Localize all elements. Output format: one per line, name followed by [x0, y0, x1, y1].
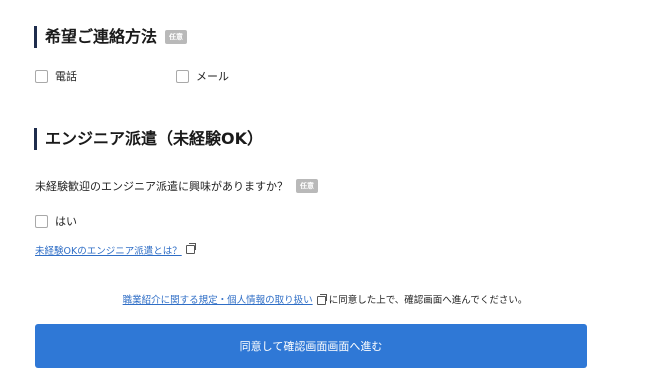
- yes-label: はい: [55, 215, 77, 228]
- phone-label: 電話: [55, 70, 77, 83]
- engineer-info-link[interactable]: 未経験OKのエンジニア派遣とは？: [35, 246, 182, 257]
- contact-phone-option[interactable]: 電話: [35, 68, 77, 84]
- consent-notice: 職業紹介に関する規定・個人情報の取り扱い に同意した上で、確認画面へ進んでくださ…: [0, 292, 650, 306]
- engineer-interest-question: 未経験歓迎のエンジニア派遣に興味がありますか？ 任意: [35, 178, 318, 194]
- optional-badge: 任意: [296, 179, 318, 193]
- privacy-policy-link[interactable]: 職業紹介に関する規定・個人情報の取り扱い: [123, 295, 313, 306]
- agree-and-continue-button[interactable]: 同意して確認画面画面へ進む: [35, 324, 587, 368]
- question-text: 未経験歓迎のエンジニア派遣に興味がありますか？: [35, 180, 288, 193]
- engineer-yes-option[interactable]: はい: [35, 213, 77, 229]
- contact-email-option[interactable]: メール: [176, 68, 229, 84]
- engineer-info-link-row: 未経験OKのエンジニア派遣とは？: [35, 239, 196, 258]
- consent-text: に同意した上で、確認画面へ進んでください。: [328, 295, 528, 306]
- contact-method-heading: 希望ご連絡方法 任意: [34, 26, 188, 48]
- email-label: メール: [196, 70, 229, 83]
- engineer-dispatch-title: エンジニア派遣（未経験OK）: [45, 129, 264, 148]
- email-checkbox[interactable]: [176, 69, 189, 83]
- contact-method-title: 希望ご連絡方法: [45, 27, 158, 46]
- yes-checkbox[interactable]: [35, 214, 48, 228]
- phone-checkbox[interactable]: [35, 69, 48, 83]
- optional-badge: 任意: [165, 30, 188, 44]
- external-link-icon: [316, 294, 327, 305]
- external-link-icon: [185, 243, 196, 254]
- engineer-dispatch-heading: エンジニア派遣（未経験OK）: [34, 128, 263, 150]
